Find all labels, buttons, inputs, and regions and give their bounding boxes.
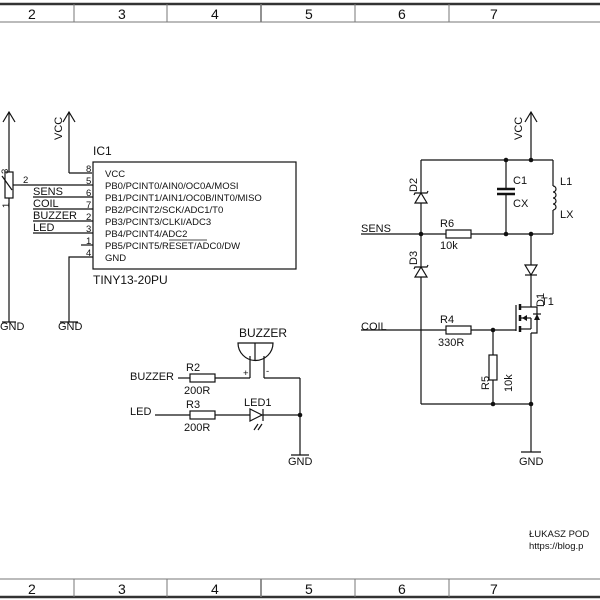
ic1-part: TINY13-20PU — [93, 273, 168, 287]
inductor-icon — [552, 185, 557, 211]
frame-top: 2 3 4 5 6 7 — [0, 2, 600, 23]
net-label-buzzer: BUZZER — [130, 371, 174, 383]
zone-label: 3 — [118, 6, 126, 22]
r2-ref: R2 — [186, 362, 200, 374]
zone-label: 5 — [305, 6, 313, 22]
led1-ref: LED1 — [244, 397, 272, 409]
net-label-sens: SENS — [361, 223, 391, 235]
zener-diode-icon — [413, 191, 429, 204]
mosfet-icon — [515, 304, 541, 334]
ic1-pin-name: PB4/PCINT4/ADC2 — [105, 229, 187, 240]
ic1-pin-name: PB1/PCINT1/AIN1/OC0B/INT0/MISO — [105, 193, 262, 204]
led-icon — [249, 408, 264, 422]
net-label-coil: COIL — [33, 198, 59, 210]
zone-label: 6 — [398, 581, 406, 597]
pot-pin1: 1 — [1, 203, 12, 208]
ic1-pin-name: VCC — [105, 169, 125, 180]
r6-resistor — [445, 229, 472, 239]
r4-value: 330R — [438, 337, 464, 349]
r4-resistor — [445, 325, 472, 335]
gnd-label: GND — [0, 321, 25, 333]
d2-ref: D2 — [408, 178, 420, 192]
d3-ref: D3 — [408, 251, 420, 265]
r2-resistor — [189, 373, 216, 383]
buzzer-ref: BUZZER — [239, 326, 287, 340]
r3-value: 200R — [184, 422, 210, 434]
c1-value: CX — [513, 198, 529, 210]
net-label-led: LED — [130, 406, 151, 418]
net-label-buzzer: BUZZER — [33, 210, 77, 222]
gnd-label: GND — [519, 456, 544, 468]
vcc-label: VCC — [53, 117, 65, 140]
l1-ref: L1 — [560, 176, 572, 188]
r4-ref: R4 — [440, 314, 454, 326]
author-url: https://blog.p — [529, 541, 583, 552]
c1-ref: C1 — [513, 175, 527, 187]
coil-circuit: VCC SENS R6 10k C1 CX L1 LX D2 D3 D1 T1 … — [361, 110, 574, 468]
author-name: ŁUKASZ POD — [529, 529, 589, 540]
zone-label: 7 — [490, 6, 498, 22]
ic1-pin-name: PB3/PCINT3/CLKI/ADC3 — [105, 217, 211, 228]
frame-bottom: 2 3 4 5 6 7 — [0, 578, 600, 599]
net-label-coil: COIL — [361, 321, 387, 333]
ic1: IC1 TINY13-20PU VCC PB0/PCINT0/AIN0/OC0A… — [33, 144, 297, 333]
l1-value: LX — [560, 209, 574, 221]
r3-ref: R3 — [186, 399, 200, 411]
ic1-ref: IC1 — [93, 144, 112, 158]
ic1-pin-name: PB5/PCINT5/RESET/ADC0/DW — [105, 241, 240, 252]
diode-icon — [523, 264, 539, 277]
r5-value: 10k — [503, 374, 515, 392]
net-label-led: LED — [33, 222, 54, 234]
pot-pin3: 3 — [0, 169, 11, 174]
ic1-pin-num: 8 — [86, 164, 91, 175]
zone-label: 3 — [118, 581, 126, 597]
buzzer-plus: + — [243, 368, 249, 379]
author-block: ŁUKASZ POD https://blog.p — [529, 529, 589, 552]
r2-value: 200R — [184, 385, 210, 397]
ic1-pin-name: PB0/PCINT0/AIN0/OC0A/MOSI — [105, 181, 239, 192]
pot-pin2: 2 — [23, 175, 28, 186]
net-label-sens: SENS — [33, 186, 63, 198]
zone-label: 2 — [28, 6, 36, 22]
r6-value: 10k — [440, 240, 458, 252]
zone-label: 5 — [305, 581, 313, 597]
gnd-label: GND — [58, 321, 83, 333]
zone-label: 6 — [398, 6, 406, 22]
zone-label: 7 — [490, 581, 498, 597]
ic1-pin-name: GND — [105, 253, 126, 264]
t1-ref: T1 — [541, 296, 554, 308]
zone-label: 2 — [28, 581, 36, 597]
zener-diode-icon — [413, 265, 429, 278]
vcc-label: VCC — [513, 117, 525, 140]
gnd-label: GND — [288, 456, 313, 468]
r6-ref: R6 — [440, 218, 454, 230]
zone-label: 4 — [211, 6, 219, 22]
schematic: 2 3 4 5 6 7 2 3 4 5 6 7 3 1 2 GND VCC IC… — [0, 2, 600, 599]
r5-ref: R5 — [480, 376, 492, 390]
r3-resistor — [189, 410, 216, 420]
ic1-pin-name: PB2/PCINT2/SCK/ADC1/T0 — [105, 205, 223, 216]
zone-label: 4 — [211, 581, 219, 597]
buzzer-led-block: BUZZER + - GND BUZZER R2 200R LED R3 200… — [130, 326, 313, 468]
buzzer-minus: - — [266, 366, 269, 377]
